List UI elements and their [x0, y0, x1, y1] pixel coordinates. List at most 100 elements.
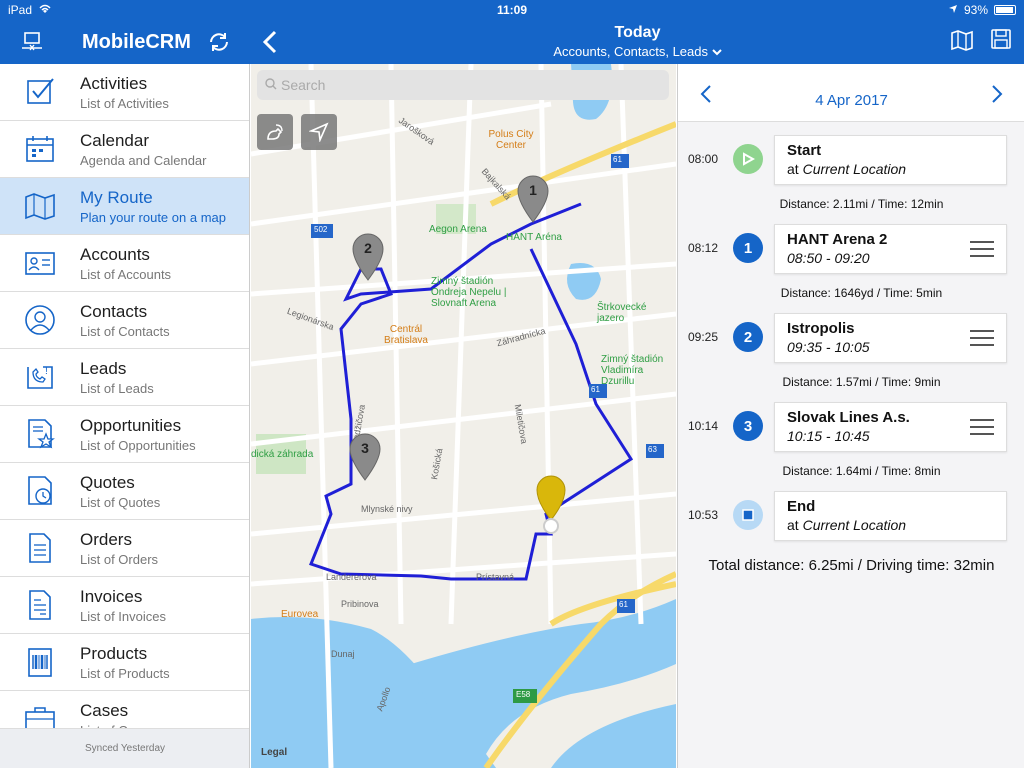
stop-title: HANT Arena 2: [787, 231, 888, 248]
sidebar-item-products[interactable]: Products List of Products: [0, 634, 249, 691]
route-stop-2[interactable]: Istropolis 09:35 - 10:05: [774, 313, 1007, 363]
sidebar-item-sub: List of Products: [80, 665, 170, 681]
sidebar-item-my-route[interactable]: My Route Plan your route on a map: [0, 178, 249, 235]
map-legal-link[interactable]: Legal: [261, 747, 287, 758]
stop-time: 09:25: [688, 330, 719, 344]
poi-label-central: Centrál Bratislava: [384, 324, 428, 346]
map-pin-1[interactable]: 1: [516, 174, 550, 229]
sidebar-item-sub: List of Opportunities: [80, 437, 196, 453]
sidebar-item-invoices[interactable]: Invoices List of Invoices: [0, 577, 249, 634]
sidebar-item-label: Opportunities: [80, 415, 182, 435]
route-map[interactable]: Search Jarošková Polus City Center Bajka…: [251, 64, 676, 768]
reorder-handle-icon[interactable]: [970, 330, 994, 348]
sidebar-item-label: Invoices: [80, 586, 143, 606]
poi-label-hant: HANT Aréna: [506, 232, 562, 243]
sidebar-item-label: Cases: [80, 700, 129, 720]
sidebar-item-accounts[interactable]: Accounts List of Accounts: [0, 235, 249, 292]
poi-label-strkovecke: Štrkovecké jazero: [597, 302, 647, 324]
map-search-input[interactable]: Search: [257, 70, 669, 100]
street-label: Landererova: [326, 572, 377, 582]
current-location-pin-icon[interactable]: [535, 474, 567, 541]
map-pin-label: 3: [361, 440, 369, 456]
leads-phone-icon: !: [0, 349, 80, 406]
date-navigator: 4 Apr 2017: [678, 64, 1024, 122]
sidebar-item-sub: Plan your route on a map: [80, 209, 226, 225]
route-stop-1[interactable]: HANT Arena 2 08:50 - 09:20: [774, 224, 1007, 274]
route-map-icon: [0, 178, 80, 235]
sidebar-item-label: Accounts: [80, 244, 150, 264]
route-date[interactable]: 4 Apr 2017: [678, 92, 1024, 109]
reorder-handle-icon[interactable]: [970, 419, 994, 437]
stop-sub: 10:15 - 10:45: [787, 428, 870, 444]
back-chevron-icon[interactable]: [258, 26, 282, 58]
sidebar-item-orders[interactable]: Orders List of Orders: [0, 520, 249, 577]
chevron-down-icon: [711, 44, 722, 59]
stop-time: 08:12: [688, 241, 719, 255]
map-book-icon[interactable]: [950, 28, 974, 57]
street-label: Prístavná: [476, 572, 515, 582]
leg-distance: Distance: 1.64mi / Time: 8min: [782, 464, 941, 478]
stop-sub: 09:35 - 10:05: [787, 339, 870, 355]
sidebar-item-label: Quotes: [80, 472, 135, 492]
stop-title: Start: [787, 142, 822, 159]
sidebar-item-activities[interactable]: Activities List of Activities: [0, 64, 249, 121]
home-computer-icon[interactable]: [12, 20, 52, 64]
poi-label-eurovea: Eurovea: [281, 609, 319, 620]
wifi-icon: [38, 3, 52, 17]
poi-label-polus: Polus City Center: [488, 129, 534, 151]
map-pin-2[interactable]: 2: [351, 232, 385, 287]
save-floppy-icon[interactable]: [990, 28, 1012, 57]
sidebar-item-contacts[interactable]: Contacts List of Contacts: [0, 292, 249, 349]
sidebar-item-calendar[interactable]: Calendar Agenda and Calendar: [0, 121, 249, 178]
road-shield: 502: [314, 225, 328, 234]
leg-distance: Distance: 1646yd / Time: 5min: [780, 286, 943, 300]
sidebar-item-leads[interactable]: ! Leads List of Leads: [0, 349, 249, 406]
leg-distance: Distance: 1.57mi / Time: 9min: [782, 375, 941, 389]
route-stop-start[interactable]: Start at Current Location: [774, 135, 1007, 185]
current-location-arrow-icon[interactable]: [301, 114, 337, 150]
next-day-chevron-icon[interactable]: [987, 84, 1007, 104]
sidebar-item-label: My Route: [80, 187, 153, 207]
sidebar-item-sub: List of Quotes: [80, 494, 161, 510]
stop-title: Slovak Lines A.s.: [787, 409, 910, 426]
sidebar-item-opportunities[interactable]: Opportunities List of Opportunities: [0, 406, 249, 463]
river-label: Dunaj: [331, 649, 355, 659]
map-pin-3[interactable]: 3: [348, 432, 382, 487]
sidebar-item-label: Calendar: [80, 130, 149, 150]
map-pin-label: 1: [529, 182, 537, 198]
sidebar-item-sub: List of Accounts: [80, 266, 172, 282]
activities-checklist-icon: [0, 64, 80, 121]
sidebar-item-label: Leads: [80, 358, 127, 378]
stop-number-badge: 1: [733, 233, 763, 263]
view-title-dropdown[interactable]: Today Accounts, Contacts, Leads: [450, 24, 825, 59]
road-shield: 61: [619, 600, 628, 609]
sidebar-item-quotes[interactable]: Quotes List of Quotes: [0, 463, 249, 520]
map-pin-label: 2: [364, 240, 372, 256]
sidebar-item-sub: List of Orders: [80, 551, 159, 567]
sidebar-item-sub: List of Contacts: [80, 323, 170, 339]
products-barcode-icon: [0, 634, 80, 691]
route-stop-end[interactable]: End at Current Location: [774, 491, 1007, 541]
location-arrow-icon: [948, 3, 958, 17]
battery-icon: [994, 5, 1016, 15]
stop-sub: 08:50 - 09:20: [787, 250, 870, 266]
view-subtitle: Accounts, Contacts, Leads: [553, 44, 709, 59]
reorder-handle-icon[interactable]: [970, 241, 994, 259]
sync-icon[interactable]: [205, 28, 233, 56]
navigation-bar: MobileCRM Today Accounts, Contacts, Lead…: [0, 20, 1024, 64]
leg-distance: Distance: 2.11mi / Time: 12min: [779, 197, 944, 211]
end-stop-icon: [733, 500, 763, 530]
road-shield: 63: [648, 445, 657, 454]
map-satellite-toggle-icon[interactable]: [257, 114, 293, 150]
stop-sub: Current Location: [802, 517, 907, 533]
stop-sub-prefix: at: [787, 517, 803, 533]
sidebar-item-sub: List of Leads: [80, 380, 154, 396]
orders-document-icon: [0, 520, 80, 577]
route-stop-3[interactable]: Slovak Lines A.s. 10:15 - 10:45: [774, 402, 1007, 452]
status-bar: iPad 11:09 93%: [0, 0, 1024, 20]
road-shield: 61: [613, 155, 622, 164]
quotes-clock-icon: [0, 463, 80, 520]
stop-sub-prefix: at: [787, 161, 803, 177]
stop-time: 08:00: [688, 152, 719, 166]
route-total-summary: Total distance: 6.25mi / Driving time: 3…: [708, 557, 995, 574]
